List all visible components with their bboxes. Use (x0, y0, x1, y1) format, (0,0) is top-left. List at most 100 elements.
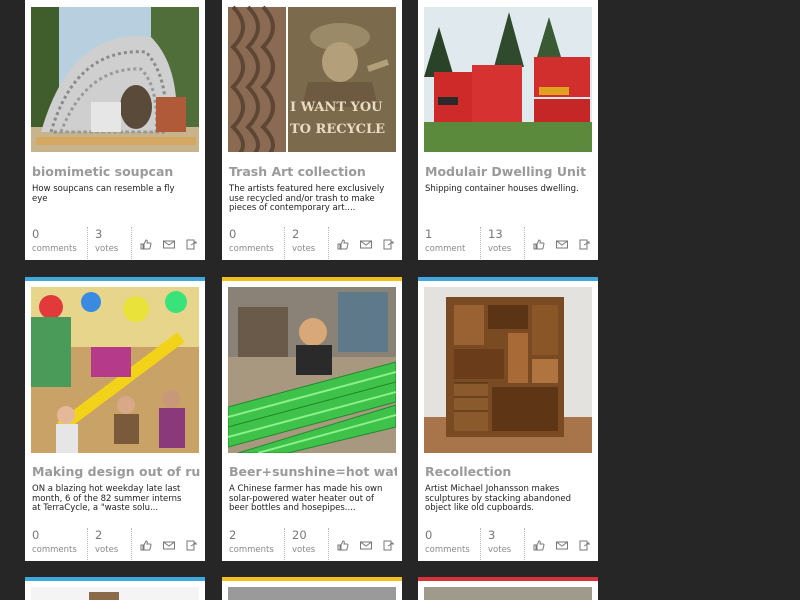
votes-label: votes (95, 545, 119, 555)
thumbs-up-icon[interactable] (533, 239, 545, 250)
project-thumbnail[interactable] (424, 287, 592, 453)
project-description: How soupcans can resemble a fly eye (32, 184, 175, 204)
project-stats: 0 comments 3 votes (25, 227, 205, 259)
votes-label: votes (488, 545, 512, 555)
project-title[interactable]: Making design out of rubbish (32, 464, 200, 479)
votes-stat: 20 votes (285, 528, 329, 560)
accent-bar (222, 277, 402, 281)
votes-label: votes (95, 244, 119, 254)
comments-stat: 2 comments (222, 528, 285, 560)
votes-count: 20 (292, 528, 307, 542)
share-icon[interactable] (383, 239, 395, 250)
votes-stat: 2 votes (285, 227, 329, 259)
project-grid: biomimetic soupcan How soupcans can rese… (0, 0, 800, 600)
accent-bar (418, 577, 598, 581)
container-house-image (424, 7, 592, 152)
email-icon[interactable] (163, 239, 176, 250)
email-icon[interactable] (556, 540, 569, 551)
thumbs-up-icon[interactable] (140, 239, 152, 250)
partial-thumbnail-image (228, 587, 396, 600)
votes-stat: 3 votes (481, 528, 525, 560)
image-caption-line-1: I WANT YOU (290, 100, 383, 115)
rubbish-design-image (31, 287, 199, 453)
share-icon[interactable] (186, 239, 198, 250)
email-icon[interactable] (360, 540, 373, 551)
project-thumbnail[interactable] (31, 287, 199, 453)
project-description: ON a blazing hot weekday late last month… (32, 484, 182, 513)
project-card: biomimetic soupcan How soupcans can rese… (25, 0, 205, 260)
card-actions (337, 540, 401, 552)
project-description: Shipping container houses dwelling. (425, 184, 579, 194)
share-icon[interactable] (383, 540, 395, 551)
soupcan-pavilion-image (31, 7, 199, 152)
comments-label: comment (425, 244, 466, 254)
project-title[interactable]: biomimetic soupcan (32, 164, 200, 179)
project-stats: 1 comment 13 votes (418, 227, 598, 259)
project-card: Modulair Dwelling Unit Shipping containe… (418, 0, 598, 260)
project-thumbnail[interactable] (228, 287, 396, 453)
votes-count: 2 (292, 227, 300, 241)
project-thumbnail[interactable] (424, 0, 592, 152)
email-icon[interactable] (556, 239, 569, 250)
thumbs-up-icon[interactable] (337, 540, 349, 551)
partial-thumbnail-image (424, 587, 592, 600)
votes-stat: 2 votes (88, 528, 132, 560)
image-caption-line-2: TO RECYCLE (290, 122, 386, 137)
project-description: The artists featured here exclusively us… (229, 184, 385, 213)
comments-count: 1 (425, 227, 433, 241)
project-title[interactable]: Recollection (425, 464, 593, 479)
email-icon[interactable] (163, 540, 176, 551)
card-actions (533, 239, 597, 251)
votes-stat: 13 votes (481, 227, 525, 259)
project-stats: 0 comments 2 votes (222, 227, 402, 259)
comments-label: comments (425, 545, 470, 555)
comments-stat: 0 comments (418, 528, 481, 560)
stacked-cupboards-image (424, 287, 592, 453)
comments-label: comments (32, 244, 77, 254)
project-card (418, 577, 598, 600)
accent-bar (25, 577, 205, 581)
votes-count: 2 (95, 528, 103, 542)
comments-label: comments (229, 244, 274, 254)
card-actions (140, 540, 204, 552)
project-thumbnail[interactable] (31, 587, 199, 600)
project-card (25, 577, 205, 600)
card-actions (140, 239, 204, 251)
project-stats: 0 comments 2 votes (25, 528, 205, 560)
comments-label: comments (32, 545, 77, 555)
project-title[interactable]: Modulair Dwelling Unit (425, 164, 593, 179)
project-card: I WANT YOU TO RECYCLE Trash Art collecti… (222, 0, 402, 260)
project-title[interactable]: Trash Art collection (229, 164, 397, 179)
project-stats: 2 comments 20 votes (222, 528, 402, 560)
thumbs-up-icon[interactable] (337, 239, 349, 250)
project-thumbnail[interactable] (31, 0, 199, 152)
thumbs-up-icon[interactable] (140, 540, 152, 551)
accent-bar (222, 577, 402, 581)
project-thumbnail[interactable] (228, 587, 396, 600)
project-description: A Chinese farmer has made his own solar-… (229, 484, 383, 513)
votes-count: 13 (488, 227, 503, 241)
votes-count: 3 (95, 227, 103, 241)
votes-stat: 3 votes (88, 227, 132, 259)
email-icon[interactable] (360, 239, 373, 250)
accent-bar (25, 277, 205, 281)
comments-count: 0 (32, 227, 40, 241)
comments-stat: 1 comment (418, 227, 481, 259)
project-description: Artist Michael Johansson makes sculpture… (425, 484, 571, 513)
project-card: Making design out of rubbish ON a blazin… (25, 277, 205, 561)
project-thumbnail[interactable] (424, 587, 592, 600)
votes-count: 3 (488, 528, 496, 542)
project-card (222, 577, 402, 600)
beer-bottle-heater-image (228, 287, 396, 453)
comments-stat: 0 comments (25, 528, 88, 560)
project-title[interactable]: Beer+sunshine=hot water (229, 464, 397, 479)
votes-label: votes (292, 244, 316, 254)
comments-stat: 0 comments (25, 227, 88, 259)
share-icon[interactable] (579, 239, 591, 250)
comments-stat: 0 comments (222, 227, 285, 259)
comments-count: 0 (229, 227, 237, 241)
project-card: Recollection Artist Michael Johansson ma… (418, 277, 598, 561)
share-icon[interactable] (186, 540, 198, 551)
thumbs-up-icon[interactable] (533, 540, 545, 551)
share-icon[interactable] (579, 540, 591, 551)
